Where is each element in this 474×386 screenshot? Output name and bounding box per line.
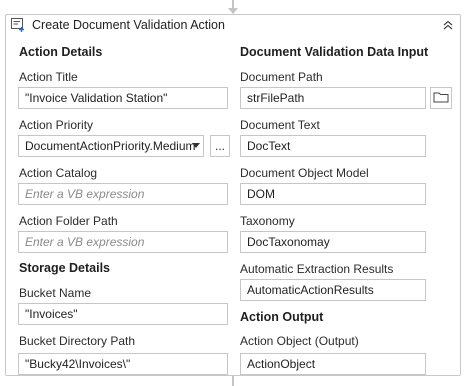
bucket-name-input[interactable]: "Invoices" bbox=[18, 303, 228, 325]
action-output-heading: Action Output bbox=[240, 310, 324, 324]
create-document-validation-action-activity[interactable]: Create Document Validation Action Action… bbox=[5, 14, 461, 376]
action-title-input[interactable]: "Invoice Validation Station" bbox=[18, 87, 228, 109]
document-object-model-label: Document Object Model bbox=[240, 166, 369, 180]
validation-action-icon bbox=[10, 17, 26, 33]
action-catalog-input[interactable]: Enter a VB expression bbox=[18, 183, 228, 205]
action-catalog-label: Action Catalog bbox=[19, 166, 98, 180]
document-path-label: Document Path bbox=[240, 70, 323, 84]
document-text-input[interactable]: DocText bbox=[240, 135, 426, 157]
bucket-directory-path-label: Bucket Directory Path bbox=[19, 334, 136, 348]
document-text-label: Document Text bbox=[240, 118, 320, 132]
taxonomy-label: Taxonomy bbox=[240, 214, 295, 228]
storage-details-heading: Storage Details bbox=[19, 261, 111, 275]
document-path-input[interactable]: strFilePath bbox=[240, 87, 426, 109]
bucket-directory-path-input[interactable]: "Bucky42\Invoices\" bbox=[18, 353, 228, 375]
taxonomy-input[interactable]: DocTaxonomay bbox=[240, 231, 426, 253]
action-priority-value: DocumentActionPriority.Medium bbox=[25, 139, 196, 153]
automatic-extraction-results-label: Automatic Extraction Results bbox=[240, 262, 394, 276]
document-object-model-input[interactable]: DOM bbox=[240, 183, 426, 205]
automatic-extraction-results-input[interactable]: AutomaticActionResults bbox=[240, 279, 426, 301]
folder-icon bbox=[433, 91, 449, 106]
activity-title: Create Document Validation Action bbox=[32, 18, 225, 32]
action-priority-select[interactable]: DocumentActionPriority.Medium bbox=[18, 135, 204, 157]
chevron-down-icon[interactable] bbox=[189, 135, 203, 157]
flow-connector-bottom bbox=[232, 376, 234, 386]
action-folder-path-label: Action Folder Path bbox=[19, 214, 118, 228]
action-details-heading: Action Details bbox=[19, 45, 103, 59]
bucket-name-label: Bucket Name bbox=[19, 286, 92, 300]
action-object-label: Action Object (Output) bbox=[240, 334, 359, 348]
priority-options-button[interactable]: ... bbox=[210, 135, 230, 157]
action-folder-path-input[interactable]: Enter a VB expression bbox=[18, 231, 228, 253]
double-chevron-up-icon[interactable] bbox=[440, 17, 456, 33]
action-object-input[interactable]: ActionObject bbox=[240, 353, 426, 375]
browse-folder-button[interactable] bbox=[430, 87, 452, 109]
action-title-label: Action Title bbox=[19, 70, 78, 84]
activity-header[interactable]: Create Document Validation Action bbox=[6, 15, 460, 35]
document-validation-input-heading: Document Validation Data Input bbox=[240, 45, 429, 59]
action-priority-label: Action Priority bbox=[19, 118, 94, 132]
